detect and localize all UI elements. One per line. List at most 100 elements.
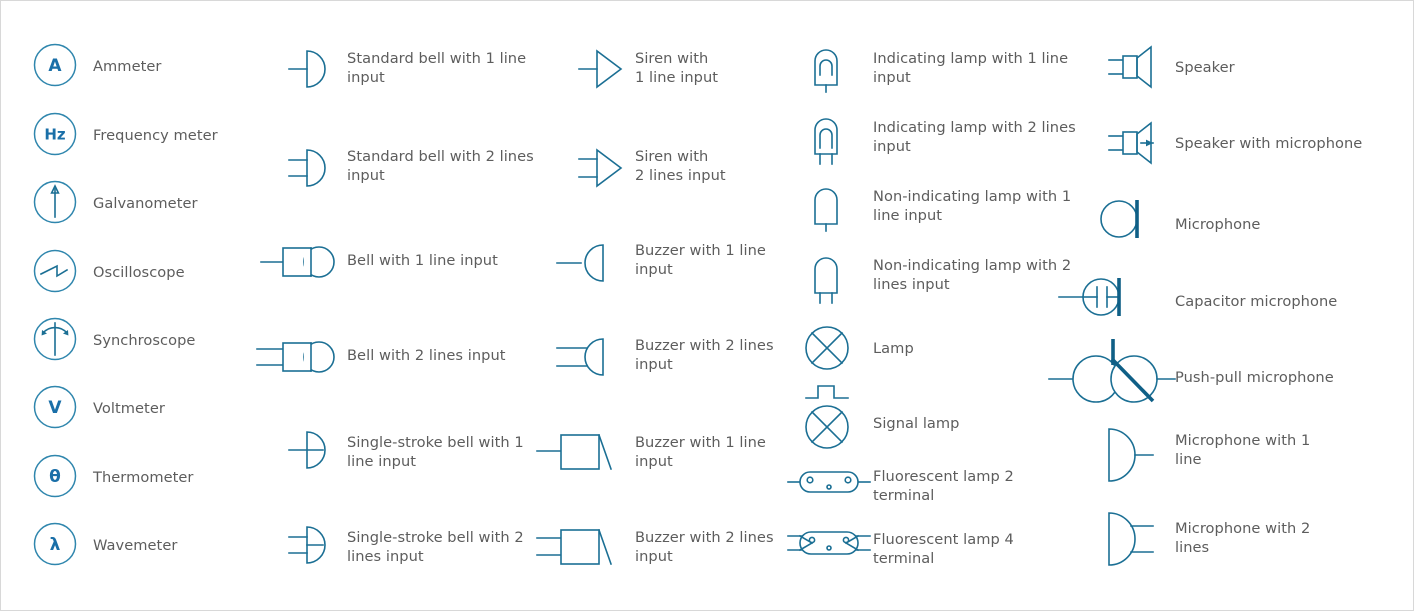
symbol-label-wrap-buzzer-box-1-line: Buzzer with 1 line input xyxy=(635,433,766,471)
symbol-label-signal-lamp: Signal lamp xyxy=(873,415,960,432)
standard-bell-1-line-icon xyxy=(288,45,335,93)
siren-1-line-icon xyxy=(578,45,625,93)
symbol-indicating-lamp-1-line xyxy=(809,45,843,93)
symbol-bell-1-line xyxy=(260,241,337,283)
svg-text:Hz: Hz xyxy=(44,125,66,143)
symbol-label-wrap-single-stroke-bell-1-line: Single-stroke bell with 1 line input xyxy=(347,433,524,471)
symbol-indicating-lamp-2-lines xyxy=(809,114,843,166)
symbol-label-wrap-siren-2-lines: Siren with 2 lines input xyxy=(635,147,726,185)
symbol-label-push-pull-microphone: Push-pull microphone xyxy=(1175,369,1334,386)
symbol-speaker xyxy=(1108,45,1159,89)
symbol-galvanometer xyxy=(33,180,77,224)
standard-bell-2-lines-icon xyxy=(288,144,335,192)
symbol-label-bell-2-lines: Bell with 2 lines input xyxy=(347,347,506,364)
symbol-label-wrap-buzzer-2-lines: Buzzer with 2 lines input xyxy=(635,336,774,374)
symbol-label-voltmeter: Voltmeter xyxy=(93,400,165,417)
symbol-label-oscilloscope: Oscilloscope xyxy=(93,264,185,281)
symbol-label-wrap-voltmeter: Voltmeter xyxy=(93,399,165,418)
buzzer-1-line-icon xyxy=(556,239,619,287)
symbol-label-microphone: Microphone xyxy=(1175,216,1261,233)
symbol-single-stroke-bell-2-lines xyxy=(288,521,335,569)
symbol-label-wrap-standard-bell-2-lines: Standard bell with 2 lines input xyxy=(347,147,534,185)
thermometer-icon: θ xyxy=(33,454,77,498)
symbol-label-frequency-meter: Frequency meter xyxy=(93,127,218,144)
buzzer-2-lines-icon xyxy=(556,333,619,381)
symbol-buzzer-box-1-line xyxy=(536,427,621,475)
symbol-label-wrap-fluorescent-lamp-4-terminal: Fluorescent lamp 4 terminal xyxy=(873,530,1014,568)
symbol-push-pull-microphone xyxy=(1048,339,1176,409)
symbol-speaker-with-microphone xyxy=(1108,121,1159,165)
symbol-siren-1-line xyxy=(578,45,625,93)
symbol-label-wrap-capacitor-microphone: Capacitor microphone xyxy=(1175,292,1337,311)
symbol-label-wrap-non-indicating-lamp-1-line: Non-indicating lamp with 1 line input xyxy=(873,187,1071,225)
microphone-with-2-lines-icon xyxy=(1101,509,1155,569)
symbol-label-single-stroke-bell-1-line: Single-stroke bell with 1 line input xyxy=(347,434,524,470)
symbol-label-non-indicating-lamp-2-lines: Non-indicating lamp with 2 lines input xyxy=(873,257,1072,293)
symbol-label-wrap-indicating-lamp-1-line: Indicating lamp with 1 line input xyxy=(873,49,1068,87)
svg-text:V: V xyxy=(48,398,62,418)
symbol-label-wrap-synchroscope: Synchroscope xyxy=(93,331,195,350)
symbol-label-buzzer-1-line: Buzzer with 1 line input xyxy=(635,242,766,278)
symbol-siren-2-lines xyxy=(578,144,625,192)
symbol-label-wrap-speaker-with-microphone: Speaker with microphone xyxy=(1175,134,1362,153)
symbol-buzzer-1-line xyxy=(556,239,619,287)
symbol-non-indicating-lamp-2-lines xyxy=(809,253,843,305)
symbol-ammeter: A xyxy=(33,43,77,87)
symbol-microphone-with-2-lines xyxy=(1101,509,1155,569)
symbol-synchroscope xyxy=(33,317,77,361)
speaker-with-microphone-icon xyxy=(1108,121,1159,165)
symbol-label-ammeter: Ammeter xyxy=(93,58,162,75)
symbol-label-wrap-oscilloscope: Oscilloscope xyxy=(93,263,185,282)
symbol-bell-2-lines xyxy=(256,336,337,378)
symbol-fluorescent-lamp-4-terminal xyxy=(787,526,871,560)
ammeter-icon: A xyxy=(33,43,77,87)
non-indicating-lamp-1-line-icon xyxy=(809,184,843,232)
symbol-label-wrap-buzzer-box-2-lines: Buzzer with 2 lines input xyxy=(635,528,774,566)
capacitor-microphone-icon xyxy=(1058,275,1143,319)
symbol-lamp xyxy=(804,325,850,371)
symbol-label-wrap-thermometer: Thermometer xyxy=(93,468,193,487)
oscilloscope-icon xyxy=(33,249,77,293)
symbol-buzzer-box-2-lines xyxy=(536,522,621,570)
buzzer-box-2-lines-icon xyxy=(536,522,621,570)
symbol-label-wrap-fluorescent-lamp-2-terminal: Fluorescent lamp 2 terminal xyxy=(873,467,1014,505)
symbol-label-fluorescent-lamp-4-terminal: Fluorescent lamp 4 terminal xyxy=(873,531,1014,567)
symbol-label-speaker: Speaker xyxy=(1175,59,1235,76)
symbol-label-wrap-buzzer-1-line: Buzzer with 1 line input xyxy=(635,241,766,279)
symbol-label-wrap-bell-1-line: Bell with 1 line input xyxy=(347,251,498,270)
symbol-label-siren-2-lines: Siren with 2 lines input xyxy=(635,148,726,184)
non-indicating-lamp-2-lines-icon xyxy=(809,253,843,305)
electrical-symbols-sheet: A Ammeter Hz Frequency meter Galvanometer Osc… xyxy=(0,0,1414,611)
symbol-label-buzzer-2-lines: Buzzer with 2 lines input xyxy=(635,337,774,373)
svg-text:λ: λ xyxy=(50,535,61,555)
siren-2-lines-icon xyxy=(578,144,625,192)
single-stroke-bell-2-lines-icon xyxy=(288,521,335,569)
symbol-label-synchroscope: Synchroscope xyxy=(93,332,196,349)
symbol-label-microphone-with-2-lines: Microphone with 2 lines xyxy=(1175,520,1311,556)
symbol-label-wrap-microphone-with-1-line: Microphone with 1 line xyxy=(1175,431,1310,469)
frequency-meter-icon: Hz xyxy=(33,112,77,156)
symbol-oscilloscope xyxy=(33,249,77,293)
symbol-label-non-indicating-lamp-1-line: Non-indicating lamp with 1 line input xyxy=(873,188,1072,224)
fluorescent-lamp-2-terminal-icon xyxy=(787,467,871,497)
symbol-microphone xyxy=(1100,197,1142,241)
symbol-standard-bell-2-lines xyxy=(288,144,335,192)
symbol-label-standard-bell-1-line: Standard bell with 1 line input xyxy=(347,50,527,86)
bell-1-line-icon xyxy=(260,241,337,283)
symbol-label-indicating-lamp-2-lines: Indicating lamp with 2 lines input xyxy=(873,119,1076,155)
symbol-label-wavemeter: Wavemeter xyxy=(93,537,178,554)
symbol-label-thermometer: Thermometer xyxy=(93,469,194,486)
speaker-icon xyxy=(1108,45,1159,89)
symbol-label-standard-bell-2-lines: Standard bell with 2 lines input xyxy=(347,148,534,184)
galvanometer-icon xyxy=(33,180,77,224)
wavemeter-icon: λ xyxy=(33,522,77,566)
symbol-capacitor-microphone xyxy=(1058,275,1143,319)
symbol-label-wrap-non-indicating-lamp-2-lines: Non-indicating lamp with 2 lines input xyxy=(873,256,1071,294)
fluorescent-lamp-4-terminal-icon xyxy=(787,526,871,560)
lamp-icon xyxy=(804,325,850,371)
symbol-frequency-meter: Hz xyxy=(33,112,77,156)
symbol-label-buzzer-box-1-line: Buzzer with 1 line input xyxy=(635,434,766,470)
symbol-label-wrap-microphone: Microphone xyxy=(1175,215,1260,234)
bell-2-lines-icon xyxy=(256,336,337,378)
symbol-label-wrap-signal-lamp: Signal lamp xyxy=(873,414,960,433)
